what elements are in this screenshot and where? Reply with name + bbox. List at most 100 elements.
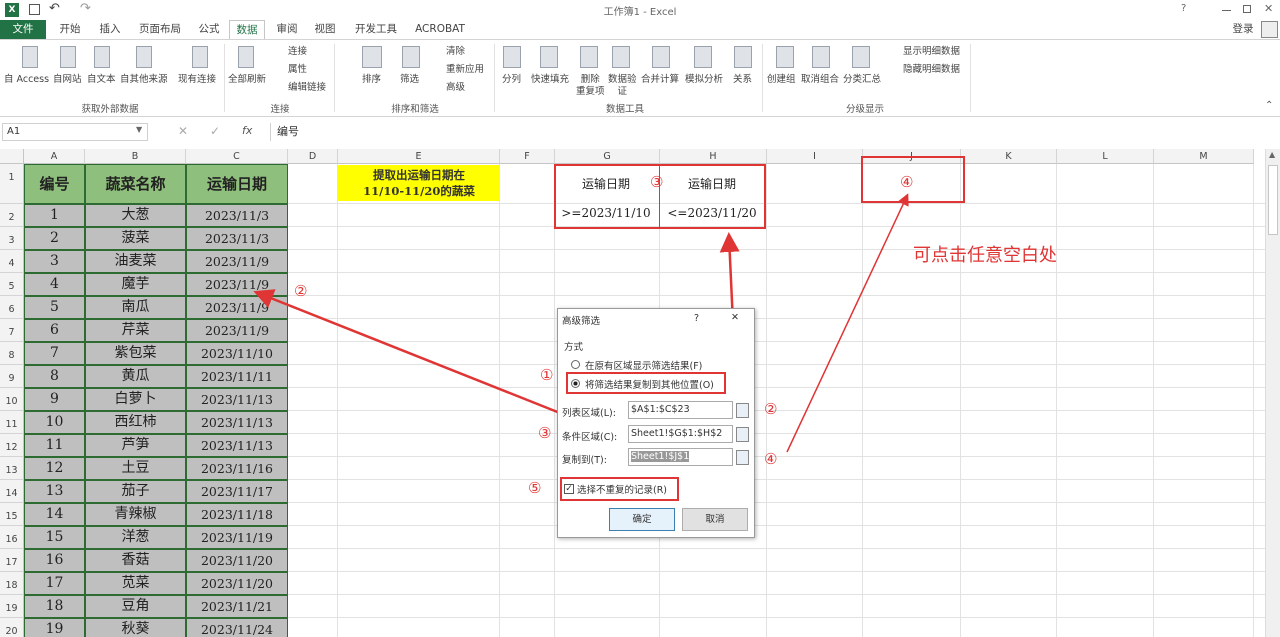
clear-filter-button[interactable]: 清除 bbox=[446, 46, 465, 58]
divider bbox=[494, 44, 495, 112]
edit-links-button[interactable]: 编辑链接 bbox=[288, 82, 326, 94]
web-icon bbox=[60, 46, 76, 68]
group-button[interactable]: 创建组 bbox=[767, 74, 796, 86]
annotation-1: ① bbox=[540, 366, 554, 384]
undo-icon[interactable]: ↶ bbox=[49, 1, 60, 16]
sort-button[interactable]: 排序 bbox=[362, 74, 381, 86]
cancel-icon[interactable]: ✕ bbox=[178, 124, 188, 138]
tab-data[interactable]: 数据 bbox=[229, 20, 265, 39]
hide-detail-button[interactable]: 隐藏明细数据 bbox=[903, 64, 960, 76]
divider bbox=[224, 44, 225, 112]
vertical-scrollbar[interactable]: ▲ bbox=[1265, 149, 1280, 637]
unique-highlight bbox=[560, 477, 679, 501]
annotation-5: ⑤ bbox=[528, 479, 542, 497]
tab-formulas[interactable]: 公式 bbox=[192, 20, 226, 39]
existing-connections-button[interactable]: 现有连接 bbox=[178, 74, 216, 86]
subtotal-button[interactable]: 分类汇总 bbox=[843, 74, 881, 86]
criteria-range-input[interactable]: Sheet1!$G$1:$H$2 bbox=[628, 425, 733, 443]
text-to-columns-button[interactable]: 分列 bbox=[502, 74, 521, 86]
radio-in-place-label[interactable]: 在原有区域显示筛选结果(F) bbox=[585, 358, 702, 372]
relationships-icon bbox=[734, 46, 752, 68]
formula-input[interactable]: 编号 bbox=[270, 123, 1276, 141]
properties-button[interactable]: 属性 bbox=[288, 64, 307, 76]
tab-page-layout[interactable]: 页面布局 bbox=[132, 20, 188, 39]
consolidate-button[interactable]: 合并计算 bbox=[641, 74, 679, 86]
tab-file[interactable]: 文件 bbox=[0, 20, 46, 39]
radio-in-place[interactable] bbox=[571, 360, 580, 369]
user-avatar-icon[interactable] bbox=[1261, 21, 1278, 38]
what-if-icon bbox=[694, 46, 712, 68]
save-icon[interactable] bbox=[29, 4, 40, 15]
refresh-all-button[interactable]: 全部刷新 bbox=[228, 74, 266, 86]
existing-connections-icon bbox=[192, 46, 208, 68]
filter-icon bbox=[402, 46, 420, 68]
data-validation-icon bbox=[612, 46, 630, 68]
title-bar: X ↶ ↷ 工作簿1 - Excel ? ✕ bbox=[0, 0, 1280, 20]
copy-to-input[interactable]: Sheet1!$J$1 bbox=[628, 448, 733, 466]
tab-acrobat[interactable]: ACROBAT bbox=[410, 20, 470, 39]
ribbon: 自 Access 自网站 自文本 自其他来源 现有连接 获取外部数据 全部刷新 … bbox=[0, 39, 1280, 117]
close-icon[interactable]: ✕ bbox=[1264, 2, 1273, 15]
flash-fill-icon bbox=[540, 46, 558, 68]
from-text-button[interactable]: 自文本 bbox=[87, 74, 116, 86]
from-web-button[interactable]: 自网站 bbox=[53, 74, 82, 86]
what-if-button[interactable]: 模拟分析 bbox=[685, 74, 723, 86]
redo-icon[interactable]: ↷ bbox=[80, 1, 91, 16]
dialog-close-icon[interactable]: ✕ bbox=[731, 312, 739, 323]
group-label-get-external: 获取外部数据 bbox=[81, 104, 139, 115]
login-link[interactable]: 登录 bbox=[1228, 20, 1258, 39]
enter-icon[interactable]: ✓ bbox=[210, 124, 220, 138]
from-other-sources-button[interactable]: 自其他来源 bbox=[120, 74, 168, 86]
data-validation-button[interactable]: 数据验 证 bbox=[608, 74, 637, 98]
ungroup-button[interactable]: 取消组合 bbox=[801, 74, 839, 86]
tab-view[interactable]: 视图 bbox=[308, 20, 342, 39]
filter-button[interactable]: 筛选 bbox=[400, 74, 419, 86]
from-access-button[interactable]: 自 Access bbox=[4, 74, 49, 86]
worksheet-grid[interactable]: ABCDEFGHIJKLM 1 2 3 4 5 6 7 8 9 10 11 12 13 14 15 16 17 1… bbox=[0, 149, 1265, 637]
tab-review[interactable]: 审阅 bbox=[270, 20, 304, 39]
cancel-button[interactable]: 取消 bbox=[682, 508, 748, 531]
criteria-range-label: 条件区域(C): bbox=[562, 432, 618, 443]
copy-to-value: Sheet1!$J$1 bbox=[631, 451, 690, 462]
chevron-down-icon[interactable]: ▼ bbox=[136, 125, 142, 134]
list-range-picker-icon[interactable] bbox=[736, 403, 749, 418]
collapse-ribbon-icon[interactable]: ⌃ bbox=[1265, 100, 1273, 111]
flash-fill-button[interactable]: 快速填充 bbox=[531, 74, 569, 86]
ok-button[interactable]: 确定 bbox=[609, 508, 675, 531]
connections-button[interactable]: 连接 bbox=[288, 46, 307, 58]
reapply-button[interactable]: 重新应用 bbox=[446, 64, 484, 76]
show-detail-button[interactable]: 显示明细数据 bbox=[903, 46, 960, 58]
list-range-input[interactable]: $A$1:$C$23 bbox=[628, 401, 733, 419]
text-to-columns-icon bbox=[503, 46, 521, 68]
remove-duplicates-button[interactable]: 删除 重复项 bbox=[576, 74, 605, 98]
formula-bar: A1 ▼ ✕ ✓ fx 编号 bbox=[0, 121, 1280, 143]
tab-insert[interactable]: 插入 bbox=[92, 20, 128, 39]
group-icon bbox=[776, 46, 794, 68]
dialog-help-icon[interactable]: ? bbox=[694, 313, 699, 324]
scroll-thumb[interactable] bbox=[1268, 165, 1278, 235]
insert-function-icon[interactable]: fx bbox=[242, 124, 252, 137]
help-icon[interactable]: ? bbox=[1181, 3, 1186, 14]
copy-to-picker-icon[interactable] bbox=[736, 450, 749, 465]
group-label-outline: 分级显示 bbox=[845, 104, 884, 115]
annotation-2-dialog: ② bbox=[764, 400, 778, 418]
arrow-copy-to bbox=[786, 193, 909, 453]
copy-to-label: 复制到(T): bbox=[562, 455, 607, 466]
access-icon bbox=[22, 46, 38, 68]
tab-home[interactable]: 开始 bbox=[52, 20, 88, 39]
name-box[interactable]: A1 bbox=[2, 123, 148, 141]
tab-developer[interactable]: 开发工具 bbox=[346, 20, 406, 39]
subtotal-icon bbox=[852, 46, 870, 68]
divider bbox=[762, 44, 763, 112]
consolidate-icon bbox=[652, 46, 670, 68]
minimize-icon[interactable] bbox=[1222, 10, 1231, 11]
advanced-filter-button[interactable]: 高级 bbox=[446, 82, 465, 94]
criteria-range-picker-icon[interactable] bbox=[736, 427, 749, 442]
sort-icon bbox=[362, 46, 382, 68]
group-label-connections: 连接 bbox=[270, 104, 290, 115]
restore-icon[interactable] bbox=[1243, 5, 1251, 13]
scroll-up-icon[interactable]: ▲ bbox=[1269, 150, 1275, 159]
arrow-list-range bbox=[253, 289, 561, 415]
relationships-button[interactable]: 关系 bbox=[733, 74, 752, 86]
copy-option-highlight bbox=[566, 372, 726, 394]
